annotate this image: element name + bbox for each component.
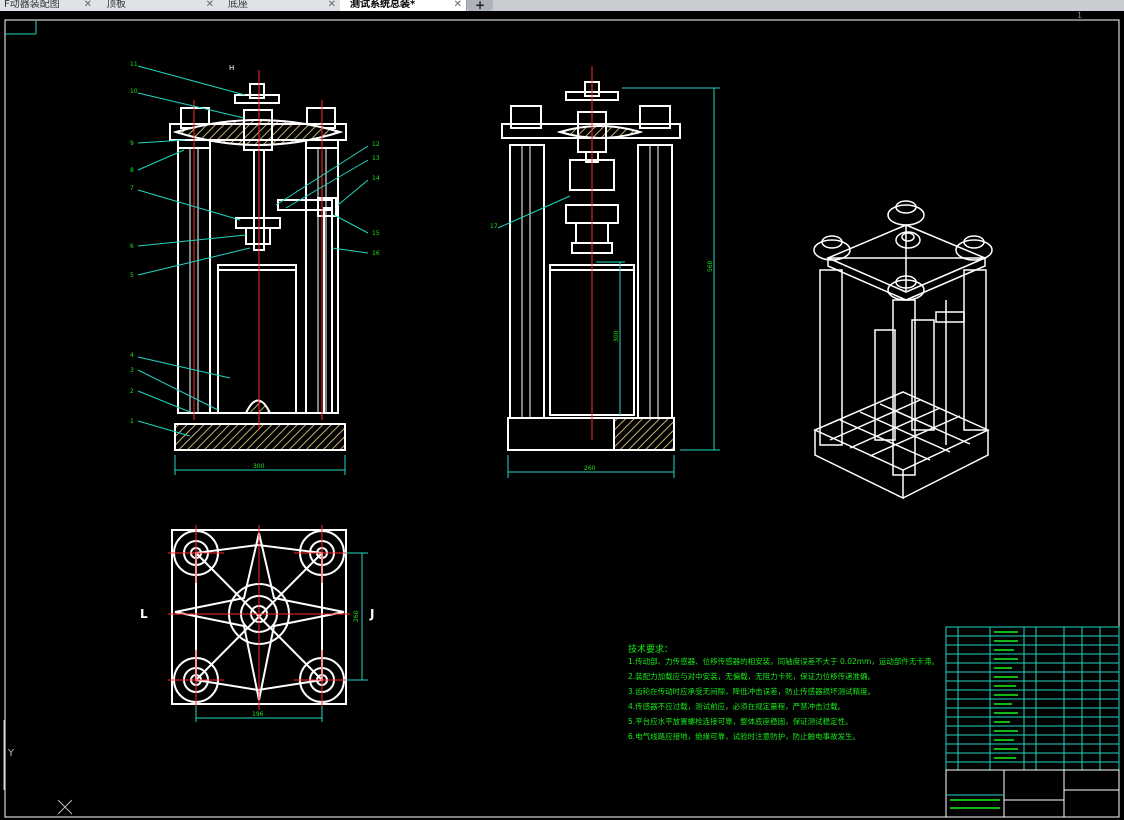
close-icon[interactable]: ✕ — [206, 0, 214, 10]
cad-model-space[interactable]: 300 H 11 10 9 8 7 6 5 4 3 2 1 12 13 14 1… — [0, 11, 1124, 820]
requirement-item: 3.齿轮在传动时应承受无间隙，降低冲击误差，防止传感器损坏测试精度。 — [628, 687, 876, 696]
drawing-tab-bar: F动器装配图 ✕ 顶板 ✕ 底座 ✕ 测试系统总装* ✕ + — [0, 0, 1124, 11]
add-tab-button[interactable]: + — [467, 0, 493, 11]
technical-requirements-list: 1.传动部、力传感器、位移传感器的相安装，同轴度误差不大于 0.02mm，运动部… — [628, 654, 939, 744]
ucs-icon — [3, 720, 73, 815]
plan-width-dim: 196 — [252, 711, 264, 718]
side-inner-dim: 300 — [613, 330, 620, 342]
side-view-dimensions — [497, 87, 720, 478]
tab-base[interactable]: 底座 ✕ — [218, 0, 341, 11]
balloon-11: 11 — [130, 61, 138, 68]
ucs-y-label: Y — [8, 748, 15, 759]
balloon-7: 7 — [130, 185, 134, 192]
side-view — [501, 81, 681, 451]
balloon-12: 12 — [372, 141, 380, 148]
viewport-corner-label: 1 — [1077, 11, 1083, 20]
section-mark-left: L — [140, 607, 148, 621]
tab-drive-assembly[interactable]: F动器装配图 ✕ — [0, 0, 97, 11]
title-block-text — [950, 631, 1018, 809]
balloon-13: 13 — [372, 155, 380, 162]
front-view — [169, 83, 347, 451]
balloon-16: 16 — [372, 250, 380, 257]
requirement-item: 6.电气线路应接地，绝缘可靠，试验时注意防护，防止触电事故发生。 — [628, 732, 861, 741]
balloon-14: 14 — [372, 175, 380, 182]
balloon-2: 2 — [130, 388, 134, 395]
close-icon[interactable]: ✕ — [328, 0, 336, 10]
tab-top-plate[interactable]: 顶板 ✕ — [96, 0, 219, 11]
section-mark-right: J — [369, 607, 374, 621]
balloon-5: 5 — [130, 272, 134, 279]
front-width-dim: 300 — [253, 463, 265, 470]
side-width-dim: 260 — [584, 465, 596, 472]
balloon-3: 3 — [130, 367, 134, 374]
tab-label: F动器装配图 — [4, 0, 60, 10]
balloon-9: 9 — [130, 140, 134, 147]
tab-test-system-assembly[interactable]: 测试系统总装* ✕ — [340, 0, 467, 11]
requirement-item: 1.传动部、力传感器、位移传感器的相安装，同轴度误差不大于 0.02mm，运动部… — [628, 657, 939, 666]
balloon-4: 4 — [130, 352, 134, 359]
balloon-6: 6 — [130, 243, 134, 250]
requirement-item: 2.装配力加载应与对中安装，无偏载，无阻力卡死，保证力位移传递准确。 — [628, 672, 876, 681]
plan-height-dim: 260 — [353, 610, 360, 622]
requirement-item: 5.平台应水平放置螺栓连接可靠，整体底座稳固，保证测试稳定性。 — [628, 717, 853, 726]
balloon-10: 10 — [130, 88, 138, 95]
side-height-dim: 560 — [707, 260, 714, 272]
tab-label: 顶板 — [106, 0, 126, 10]
balloon-8: 8 — [130, 167, 134, 174]
tab-label: 测试系统总装* — [350, 0, 416, 10]
balloon-15: 15 — [372, 230, 380, 237]
balloon-17: 17 — [490, 223, 498, 230]
requirement-item: 4.传感器不应过载，测试前应，必须在规定量程，严禁冲击过载。 — [628, 702, 846, 711]
title-block — [945, 626, 1120, 818]
front-top-mark: H — [229, 64, 234, 72]
close-icon[interactable]: ✕ — [84, 0, 92, 10]
close-icon[interactable]: ✕ — [454, 0, 462, 10]
balloon-1: 1 — [130, 418, 134, 425]
isometric-view — [813, 200, 993, 500]
cad-drawing: 300 H 11 10 9 8 7 6 5 4 3 2 1 12 13 14 1… — [3, 19, 1120, 818]
tab-label: 底座 — [228, 0, 248, 10]
